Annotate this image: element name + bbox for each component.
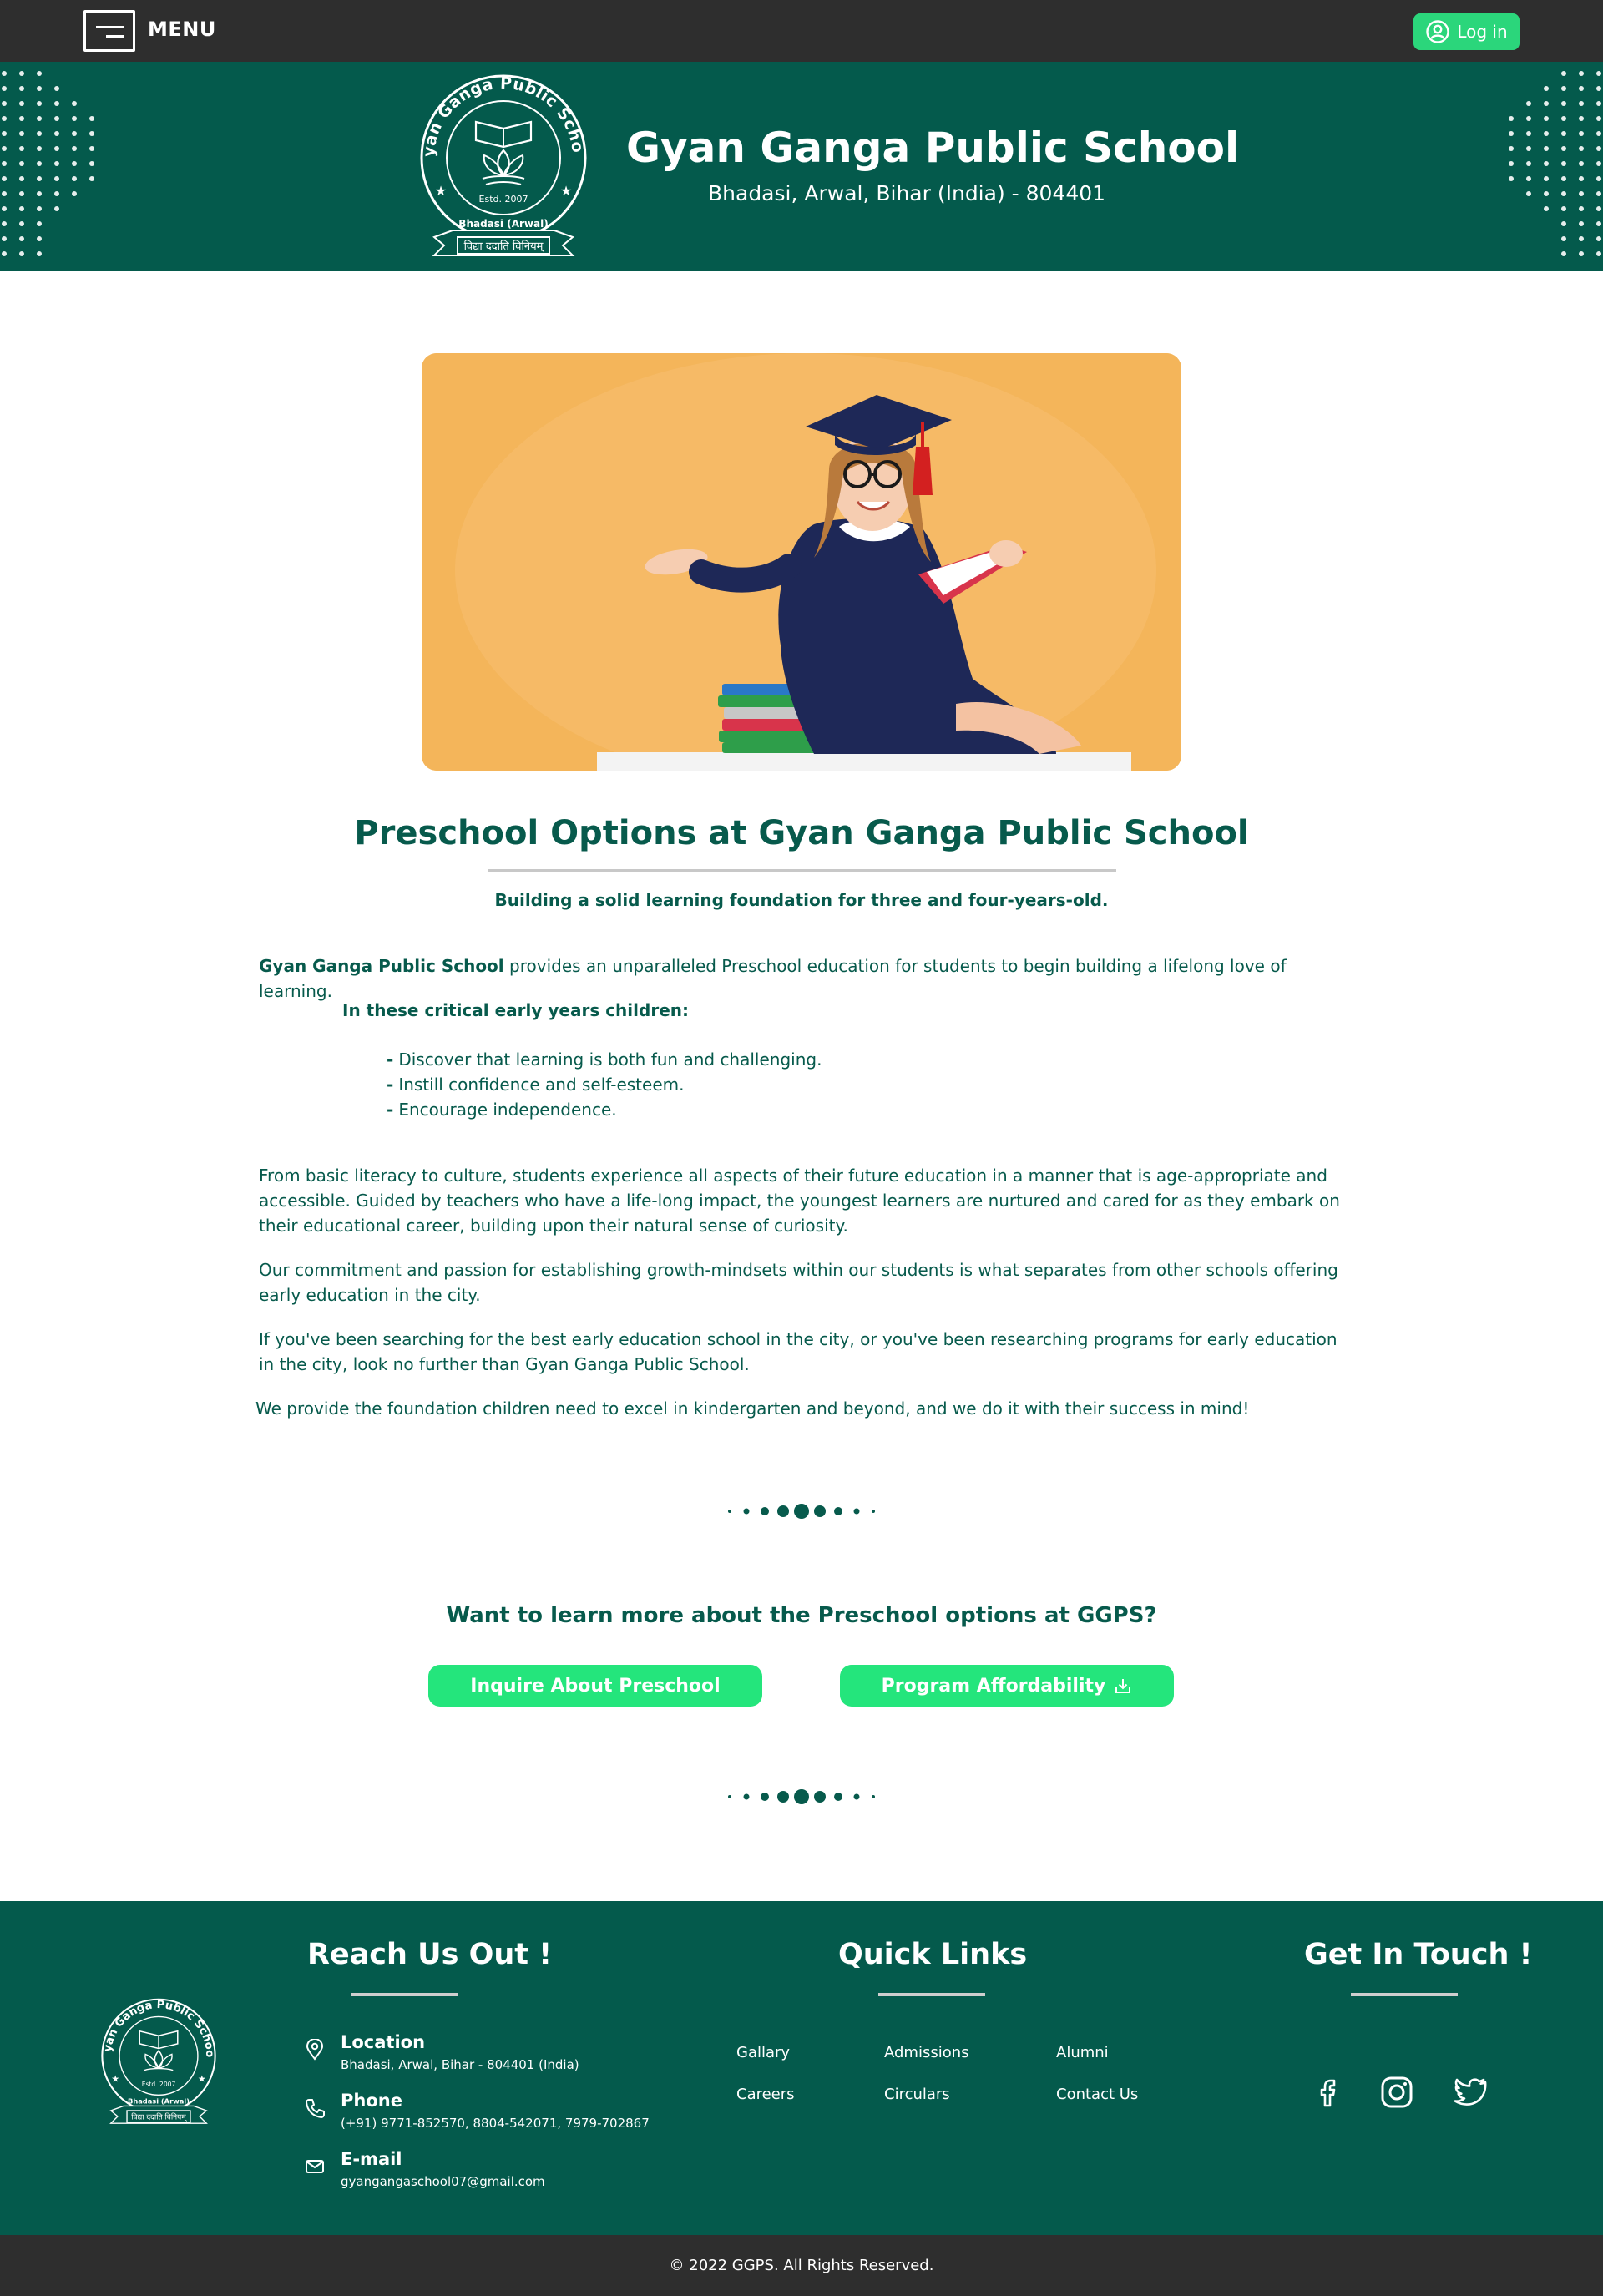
quick-link-admissions[interactable]: Admissions <box>884 2044 969 2061</box>
reach-us-heading: Reach Us Out ! <box>307 1938 553 1971</box>
copyright-bar: © 2022 GGPS. All Rights Reserved. <box>0 2235 1603 2296</box>
contact-value: Bhadasi, Arwal, Bihar - 804401 (India) <box>341 2057 579 2072</box>
quick-links-heading: Quick Links <box>838 1938 1028 1971</box>
user-circle-icon <box>1426 20 1450 43</box>
menu-hamburger-button[interactable] <box>83 10 135 52</box>
school-logo[interactable]: Gyan Ganga Public School Estd. 2007 ★ ★ … <box>409 70 598 264</box>
twitter-icon[interactable] <box>1450 2072 1490 2112</box>
contact-value[interactable]: gyangangaschool07@gmail.com <box>341 2174 545 2189</box>
school-address: Bhadasi, Arwal, Bihar (India) - 804401 <box>708 181 1106 205</box>
login-button[interactable]: Log in <box>1413 13 1520 50</box>
hero-image-graduate-child <box>422 353 1181 771</box>
site-footer: Gyan Ganga Public School Estd. 2007 ★ ★ … <box>0 1901 1603 2235</box>
list-item: - Instill confidence and self-esteem. <box>387 1075 685 1095</box>
phone-icon <box>306 2099 325 2118</box>
affordability-label: Program Affordability <box>881 1675 1106 1697</box>
intro-paragraph: Gyan Ganga Public School provides an unp… <box>259 953 1353 1004</box>
inquire-label: Inquire About Preschool <box>470 1675 721 1697</box>
heading-underline <box>878 1993 985 1996</box>
contact-title: Location <box>341 2032 426 2052</box>
benefits-list: - Discover that learning is both fun and … <box>387 1047 822 1122</box>
facebook-icon[interactable] <box>1307 2072 1348 2112</box>
list-item: - Discover that learning is both fun and … <box>387 1049 822 1070</box>
program-affordability-button[interactable]: Program Affordability <box>840 1665 1174 1707</box>
svg-text:Estd. 2007: Estd. 2007 <box>479 194 528 205</box>
login-label: Log in <box>1457 22 1508 42</box>
inquire-preschool-button[interactable]: Inquire About Preschool <box>428 1665 762 1707</box>
top-bar: MENU Log in <box>0 0 1603 62</box>
list-item-text: Instill confidence and self-esteem. <box>398 1075 685 1095</box>
body-paragraph: If you've been searching for the best ea… <box>259 1329 1338 1374</box>
footer-school-logo[interactable]: Gyan Ganga Public School Estd. 2007 ★ ★ … <box>94 1995 224 2130</box>
site-header: Gyan Ganga Public School Estd. 2007 ★ ★ … <box>0 62 1603 271</box>
intro-school-name: Gyan Ganga Public School <box>259 956 504 976</box>
title-underline <box>488 869 1116 872</box>
contact-title: E-mail <box>341 2149 402 2169</box>
school-name: Gyan Ganga Public School <box>626 124 1240 172</box>
svg-text:★: ★ <box>111 2073 119 2084</box>
mail-icon <box>306 2160 324 2173</box>
list-item-text: Discover that learning is both fun and c… <box>398 1049 822 1070</box>
copyright-text: © 2022 GGPS. All Rights Reserved. <box>669 2257 934 2274</box>
svg-text:★: ★ <box>198 2073 206 2084</box>
list-item: - Encourage independence. <box>387 1100 617 1120</box>
body-paragraph: We provide the foundation children need … <box>255 1398 1250 1419</box>
svg-text:विद्या ददाति विनियम्: विद्या ददाति विनियम् <box>464 240 545 253</box>
svg-text:Bhadasi (Arwal): Bhadasi (Arwal) <box>128 2097 190 2106</box>
quick-link-gallary[interactable]: Gallary <box>736 2044 790 2061</box>
decorative-dots-divider <box>728 1789 875 1804</box>
heading-underline <box>351 1993 458 1996</box>
instagram-icon[interactable] <box>1377 2072 1417 2112</box>
children-heading: In these critical early years children: <box>342 1000 689 1020</box>
svg-text:Estd. 2007: Estd. 2007 <box>142 2081 176 2088</box>
contact-value[interactable]: (+91) 9771-852570, 8804-542071, 7979-702… <box>341 2116 650 2131</box>
decorative-dot-pattern <box>2 71 94 256</box>
quick-link-circulars[interactable]: Circulars <box>884 2086 950 2103</box>
decorative-dots-divider <box>728 1504 875 1519</box>
quick-link-alumni[interactable]: Alumni <box>1056 2044 1109 2061</box>
page-subtitle: Building a solid learning foundation for… <box>494 890 1109 910</box>
svg-text:Bhadasi (Arwal): Bhadasi (Arwal) <box>458 218 548 230</box>
quick-link-contact-us[interactable]: Contact Us <box>1056 2086 1138 2103</box>
svg-text:★: ★ <box>560 183 572 199</box>
decorative-dot-pattern <box>1509 71 1601 256</box>
body-paragraph: Our commitment and passion for establish… <box>259 1260 1338 1305</box>
hamburger-line <box>96 26 124 28</box>
svg-text:विद्या ददाति विनियम्: विद्या ददाति विनियम् <box>131 2111 187 2122</box>
body-paragraph: From basic literacy to culture, students… <box>259 1166 1340 1236</box>
contact-title: Phone <box>341 2091 402 2111</box>
get-in-touch-heading: Get In Touch ! <box>1304 1938 1533 1971</box>
quick-link-careers[interactable]: Careers <box>736 2086 795 2103</box>
menu-label[interactable]: MENU <box>148 18 216 41</box>
page-title: Preschool Options at Gyan Ganga Public S… <box>354 814 1249 852</box>
heading-underline <box>1351 1993 1458 1996</box>
list-item-text: Encourage independence. <box>398 1100 617 1120</box>
download-icon <box>1115 1679 1131 1693</box>
location-pin-icon <box>306 2039 324 2061</box>
hamburger-line <box>106 35 124 38</box>
svg-text:★: ★ <box>435 183 447 199</box>
cta-question: Want to learn more about the Preschool o… <box>446 1603 1157 1628</box>
